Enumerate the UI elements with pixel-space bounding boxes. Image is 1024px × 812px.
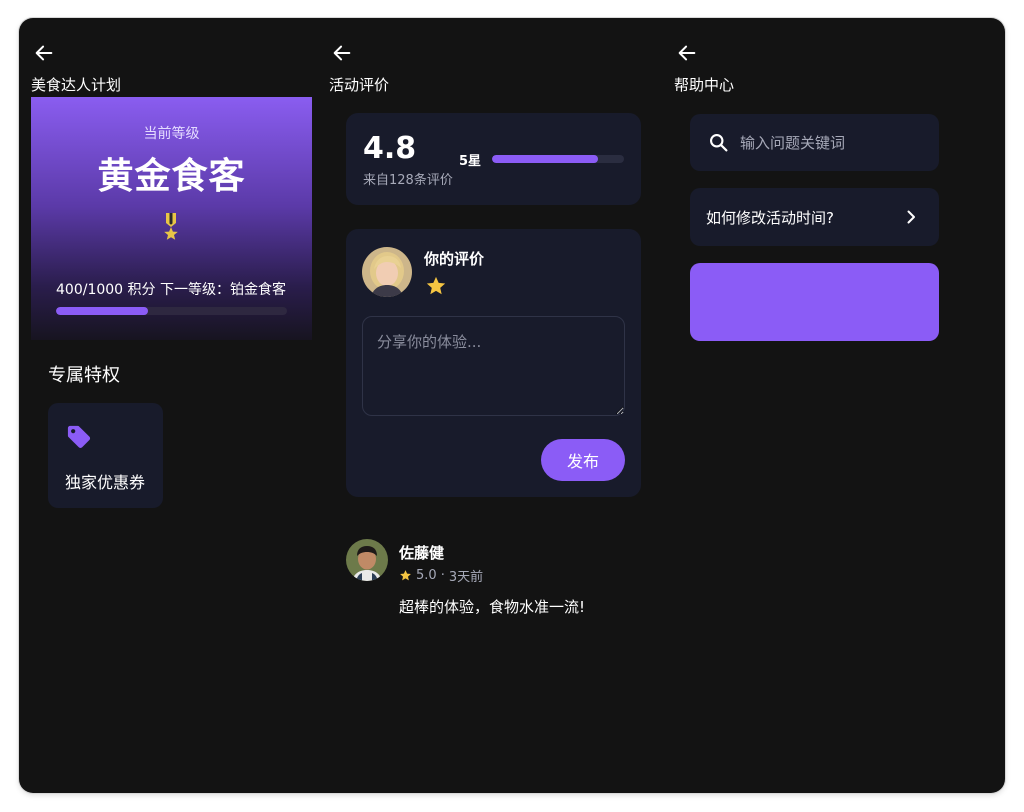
screen-title: 美食达人计划 [31,76,122,94]
perk-card-coupon[interactable]: 独家优惠券 [48,403,163,508]
rating-score: 4.8 [363,131,417,166]
points-text: 400/1000 积分 下一等级：铂金食客 [56,282,286,298]
faq-item[interactable]: 如何修改活动时间? [690,188,939,246]
food-expert-screen: 美食达人计划 当前等级 黄金食客 400/1000 积分 下一等级：铂金食客 专… [19,18,319,793]
activity-review-screen: 活动评价 4.8 来自128条评价 5星 你的评价 分享你的体验... 发布 佐… [319,18,664,793]
faq-question: 如何修改活动时间? [706,209,834,227]
app-window: 美食达人计划 当前等级 黄金食客 400/1000 积分 下一等级：铂金食客 专… [19,18,1005,793]
search-icon [708,132,729,153]
level-name: 黄金食客 [97,156,246,197]
avatar [362,247,412,297]
rating-summary-card: 4.8 来自128条评价 5星 [346,113,641,205]
my-review-title: 你的评价 [424,250,485,268]
star-row-label: 5星 [459,154,482,169]
search-input[interactable] [740,128,925,158]
my-review-card: 你的评价 发布 [346,229,641,497]
review-textarea[interactable] [362,316,625,416]
screen-title: 帮助中心 [674,76,735,94]
star-distribution-fill [492,155,598,163]
screen-title: 活动评价 [329,76,390,94]
comment-meta: 5.0 · 3天前 [399,566,483,585]
search-box [690,114,939,171]
back-arrow-icon[interactable] [331,42,353,64]
contact-support-button[interactable] [690,263,939,341]
comment-separator: · [440,568,445,583]
star-icon [400,570,411,581]
back-arrow-icon[interactable] [676,42,698,64]
star-icon[interactable] [425,275,447,297]
comment-author: 佐藤健 [399,544,445,562]
comment-rating: 5.0 [416,568,437,583]
help-center-screen: 帮助中心 如何修改活动时间? [664,18,1005,793]
avatar [346,539,388,581]
level-progress-fill [56,307,149,315]
rating-count: 来自128条评价 [363,173,453,188]
level-caption: 当前等级 [143,126,200,142]
perks-section-title: 专属特权 [48,365,120,386]
medal-icon [161,212,181,242]
comment-text: 超棒的体验，食物水准一流! [399,598,586,616]
tag-icon [65,423,93,451]
publish-button[interactable]: 发布 [541,439,625,481]
comment-time: 3天前 [448,570,484,585]
level-card: 当前等级 黄金食客 400/1000 积分 下一等级：铂金食客 [31,97,312,340]
perk-label: 独家优惠券 [65,473,146,492]
level-progress-bar [56,307,287,315]
back-arrow-icon[interactable] [33,42,55,64]
chevron-right-icon [903,209,919,225]
star-distribution-bar [492,155,624,163]
